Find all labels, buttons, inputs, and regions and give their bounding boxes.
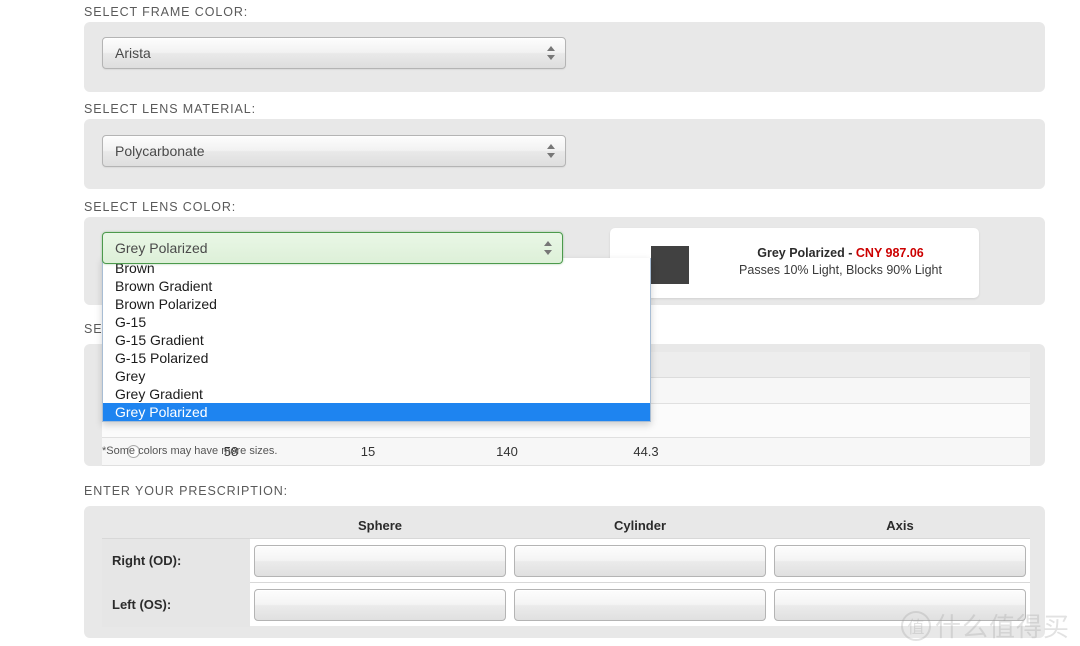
prescription-column-axis: Axis xyxy=(886,517,914,533)
lens-color-name: Grey Polarized - xyxy=(757,246,856,260)
chevron-updown-icon xyxy=(544,240,553,256)
lens-color-select[interactable]: Grey Polarized xyxy=(102,232,563,264)
prescription-cell-right-axis xyxy=(770,539,1030,583)
prescription-row-label-left: Left (OS): xyxy=(102,582,250,627)
prescription-row-label-right: Right (OD): xyxy=(102,538,250,583)
lens-color-option[interactable]: G-15 Gradient xyxy=(103,331,650,349)
prescription-cell-left-sphere xyxy=(250,583,510,627)
right-axis-select[interactable] xyxy=(774,544,1026,577)
lens-color-description: Passes 10% Light, Blocks 90% Light xyxy=(739,263,942,277)
lens-color-option[interactable]: Grey xyxy=(103,367,650,385)
prescription-cell-right-cylinder xyxy=(510,539,770,583)
lens-configurator-page: SELECT FRAME COLOR: Arista SELECT LENS M… xyxy=(0,0,1080,646)
prescription-column-cylinder: Cylinder xyxy=(613,517,666,533)
prescription-row-right: Right (OD): xyxy=(102,538,1030,583)
prescription-cell-left-cylinder xyxy=(510,583,770,627)
prescription-cell-left-axis xyxy=(770,583,1030,627)
size-temple: 140 xyxy=(496,444,518,459)
lens-color-swatch xyxy=(651,246,689,284)
chevron-updown-icon xyxy=(547,45,556,61)
prescription-cell-right-sphere xyxy=(250,539,510,583)
prescription-header-row: Sphere Cylinder Axis xyxy=(102,512,1030,538)
right-cylinder-select[interactable] xyxy=(514,544,766,577)
lens-color-price: CNY 987.06 xyxy=(855,246,924,260)
left-sphere-select[interactable] xyxy=(254,588,506,621)
prescription-label: ENTER YOUR PRESCRIPTION: xyxy=(84,484,289,498)
lens-color-option[interactable]: G-15 Polarized xyxy=(103,349,650,367)
lens-material-value: Polycarbonate xyxy=(115,143,205,159)
lens-color-option[interactable]: Brown Gradient xyxy=(103,277,650,295)
size-label: SE xyxy=(84,322,103,336)
lens-material-panel: Polycarbonate xyxy=(84,119,1045,189)
lens-material-select[interactable]: Polycarbonate xyxy=(102,135,566,167)
prescription-column-sphere: Sphere xyxy=(357,517,403,533)
chevron-updown-icon xyxy=(547,143,556,159)
lens-color-label: SELECT LENS COLOR: xyxy=(84,200,237,214)
lens-color-dropdown-list[interactable]: Brown Brown Gradient Brown Polarized G-15 G-… xyxy=(102,258,651,422)
left-cylinder-select[interactable] xyxy=(514,588,766,621)
frame-color-select[interactable]: Arista xyxy=(102,37,566,69)
lens-material-label: SELECT LENS MATERIAL: xyxy=(84,102,256,116)
lens-color-option[interactable]: G-15 xyxy=(103,313,650,331)
size-bridge: 15 xyxy=(360,444,376,459)
lens-color-value: Grey Polarized xyxy=(115,240,208,256)
lens-color-info-card: Grey Polarized - CNY 987.06 Passes 10% L… xyxy=(610,228,979,298)
lens-color-name-price: Grey Polarized - CNY 987.06 xyxy=(710,245,971,262)
size-lens-height: 44.3 xyxy=(633,444,659,459)
right-sphere-select[interactable] xyxy=(254,544,506,577)
size-footnote: *Some colors may have more sizes. xyxy=(102,445,278,457)
lens-color-info-text: Grey Polarized - CNY 987.06 Passes 10% L… xyxy=(710,245,971,279)
lens-color-option[interactable]: Grey Polarized xyxy=(103,403,650,421)
frame-color-panel: Arista xyxy=(84,22,1045,92)
lens-color-option[interactable]: Grey Gradient xyxy=(103,385,650,403)
prescription-table: Sphere Cylinder Axis Right (OD): Left (O… xyxy=(102,512,1030,627)
frame-color-value: Arista xyxy=(115,45,151,61)
lens-color-option[interactable]: Brown Polarized xyxy=(103,295,650,313)
left-axis-select[interactable] xyxy=(774,588,1026,621)
frame-color-label: SELECT FRAME COLOR: xyxy=(84,5,249,19)
prescription-row-left: Left (OS): xyxy=(102,582,1030,627)
